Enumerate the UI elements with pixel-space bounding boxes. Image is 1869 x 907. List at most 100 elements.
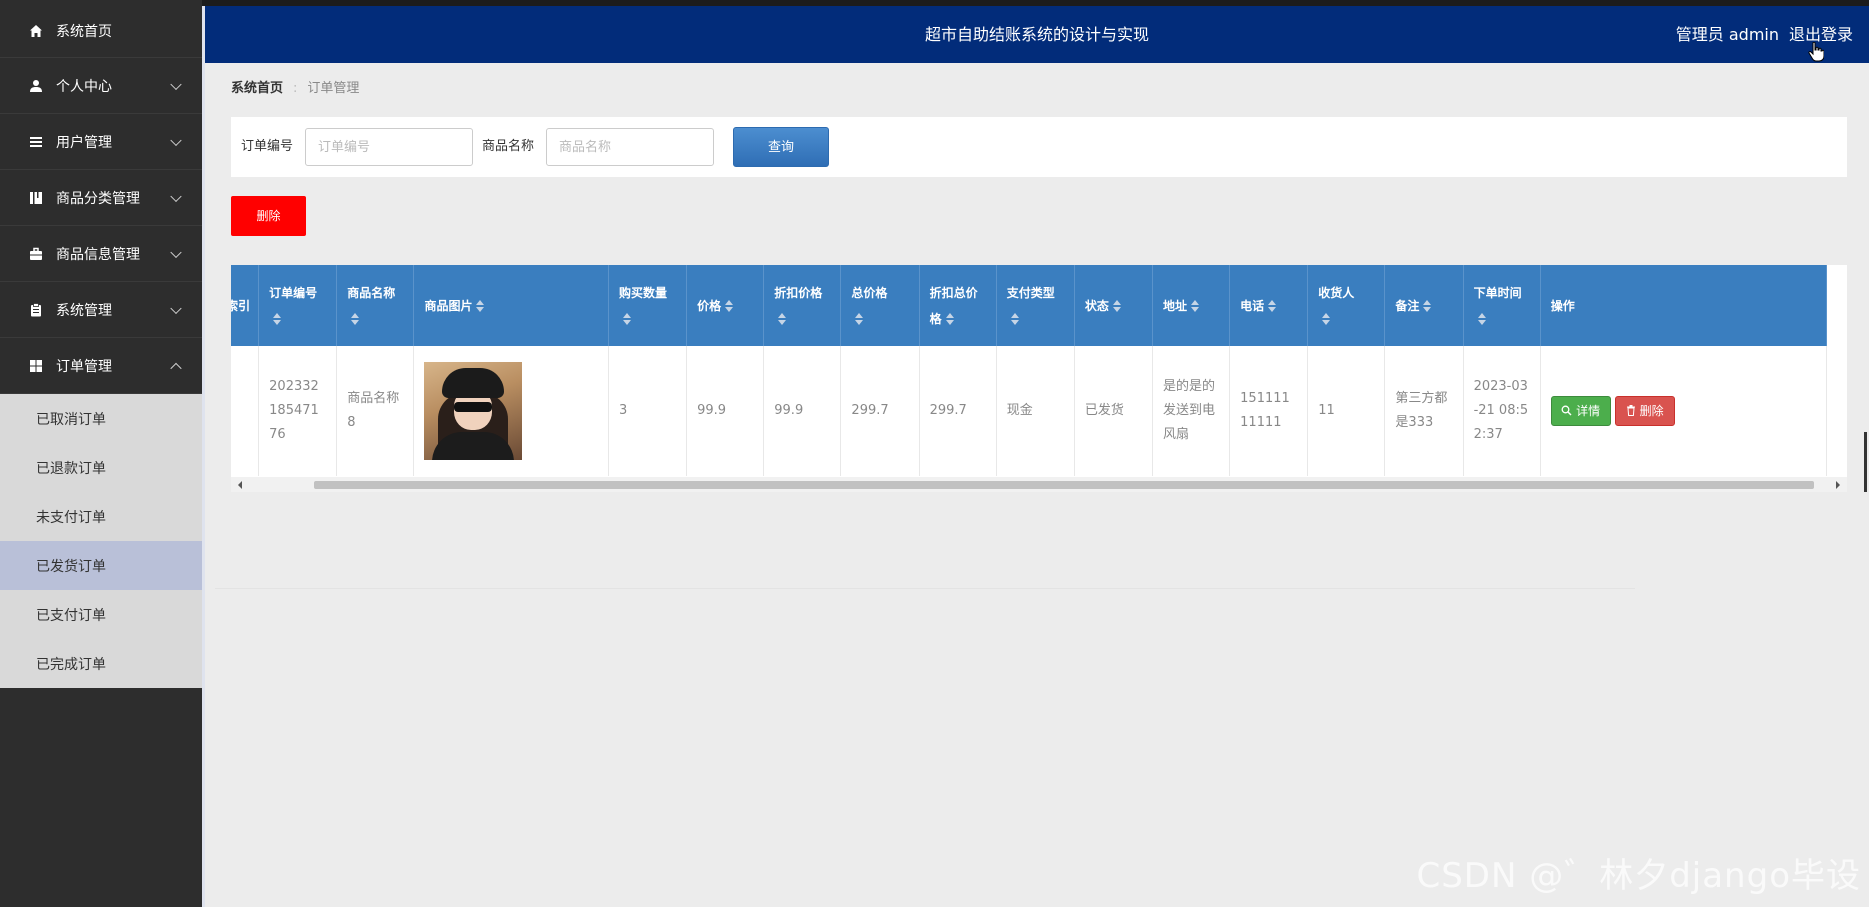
submenu-item-refunded[interactable]: 已退款订单 bbox=[0, 443, 202, 492]
book-icon bbox=[28, 190, 44, 206]
column-header-label: 下单时间 bbox=[1473, 285, 1522, 300]
column-header[interactable]: 索引 bbox=[231, 265, 260, 346]
column-header-label: 状态 bbox=[1084, 298, 1109, 313]
sidebar-item-system-management[interactable]: 系统管理 bbox=[0, 282, 202, 338]
column-header[interactable]: 支付类型 bbox=[996, 265, 1075, 346]
scroll-left-icon[interactable] bbox=[238, 481, 242, 489]
cell-product-image bbox=[413, 346, 609, 476]
detail-button-label: 详情 bbox=[1576, 404, 1601, 418]
sort-icon[interactable] bbox=[778, 313, 787, 325]
cell-remark: 第三方都是333 bbox=[1384, 346, 1464, 476]
sidebar-item-label: 订单管理 bbox=[56, 358, 112, 375]
breadcrumb-current: 订单管理 bbox=[307, 81, 360, 96]
sidebar-item-home[interactable]: 系统首页 bbox=[0, 0, 202, 58]
column-header-label: 订单编号 bbox=[269, 285, 318, 300]
column-header-label: 购买数量 bbox=[618, 285, 667, 300]
header: 超市自助结账系统的设计与实现 管理员 admin 退出登录 bbox=[205, 6, 1869, 63]
column-header-label: 总价格 bbox=[851, 285, 888, 300]
table-row: 20233218547176 商品名称8 3 99.9 99.9 299.7 2… bbox=[231, 346, 1828, 476]
sort-icon[interactable] bbox=[1477, 313, 1486, 325]
product-name-input[interactable] bbox=[546, 128, 714, 166]
product-name-label: 商品名称 bbox=[482, 139, 535, 154]
order-submenu: 已取消订单 已退款订单 未支付订单 已发货订单 已支付订单 已完成订单 bbox=[0, 394, 202, 688]
chevron-down-icon bbox=[170, 246, 182, 258]
sort-icon[interactable] bbox=[855, 313, 864, 325]
sidebar-item-category-management[interactable]: 商品分类管理 bbox=[0, 170, 202, 226]
sidebar-item-product-management[interactable]: 商品信息管理 bbox=[0, 226, 202, 282]
column-header[interactable]: 商品图片 bbox=[413, 265, 609, 346]
home-icon bbox=[28, 23, 44, 39]
sort-icon[interactable] bbox=[476, 300, 485, 312]
product-image bbox=[424, 362, 523, 460]
trash-icon bbox=[1626, 405, 1635, 416]
scroll-right-icon[interactable] bbox=[1836, 481, 1840, 489]
row-delete-button[interactable]: 删除 bbox=[1614, 396, 1675, 426]
breadcrumb: 系统首页: 订单管理 bbox=[231, 77, 359, 96]
column-header[interactable]: 订单编号 bbox=[258, 265, 338, 346]
column-header-label: 商品图片 bbox=[424, 298, 473, 313]
column-header[interactable]: 下单时间 bbox=[1463, 265, 1541, 346]
sort-icon[interactable] bbox=[351, 313, 360, 325]
sidebar-item-label: 个人中心 bbox=[56, 78, 112, 95]
user-icon bbox=[28, 78, 44, 94]
sort-icon[interactable] bbox=[1268, 300, 1277, 312]
query-button[interactable]: 查询 bbox=[733, 127, 829, 167]
horizontal-scrollbar[interactable] bbox=[231, 477, 1847, 492]
column-header[interactable]: 状态 bbox=[1074, 265, 1154, 346]
briefcase-icon bbox=[28, 246, 44, 262]
page-scroll-indicator bbox=[1864, 432, 1867, 492]
column-header[interactable]: 价格 bbox=[686, 265, 765, 346]
grid-icon bbox=[28, 358, 44, 374]
column-header[interactable]: 收货人 bbox=[1307, 265, 1386, 346]
sort-icon[interactable] bbox=[725, 300, 734, 312]
orders-table-container: 索引 订单编号 商品名称 商品图片 购买数量 价格 折扣价格 总价格 折扣总价格… bbox=[231, 265, 1847, 492]
submenu-item-cancelled[interactable]: 已取消订单 bbox=[0, 394, 202, 443]
submenu-item-paid[interactable]: 已支付订单 bbox=[0, 590, 202, 639]
detail-button[interactable]: 详情 bbox=[1550, 396, 1611, 426]
delete-button[interactable]: 删除 bbox=[231, 196, 306, 236]
column-header[interactable]: 折扣价格 bbox=[763, 265, 842, 346]
column-header[interactable]: 地址 bbox=[1152, 265, 1231, 346]
column-header[interactable]: 总价格 bbox=[840, 265, 920, 346]
order-no-input[interactable] bbox=[305, 128, 473, 166]
column-header-label: 索引 bbox=[231, 298, 251, 313]
breadcrumb-home[interactable]: 系统首页 bbox=[231, 81, 283, 96]
cell-discount-price: 99.9 bbox=[763, 346, 842, 476]
submenu-item-completed[interactable]: 已完成订单 bbox=[0, 639, 202, 688]
cell-phone: 15111111111 bbox=[1229, 346, 1309, 476]
scrollbar-thumb[interactable] bbox=[314, 481, 1814, 489]
sort-icon[interactable] bbox=[273, 313, 282, 325]
chevron-down-icon bbox=[170, 78, 182, 90]
watermark: CSDN @゛林夕django毕设 bbox=[1416, 856, 1861, 896]
sort-icon[interactable] bbox=[1112, 300, 1121, 312]
cell-order-no: 20233218547176 bbox=[258, 346, 338, 476]
column-header: 操作 bbox=[1540, 265, 1828, 346]
cell-product-name: 商品名称8 bbox=[336, 346, 415, 476]
cell-order-time: 2023-03-21 08:52:37 bbox=[1463, 346, 1541, 476]
sort-icon[interactable] bbox=[1423, 300, 1432, 312]
sort-icon[interactable] bbox=[622, 313, 631, 325]
cell-index bbox=[231, 346, 260, 476]
sort-icon[interactable] bbox=[1322, 313, 1331, 325]
search-panel: 订单编号 商品名称 查询 bbox=[231, 117, 1847, 177]
submenu-item-unpaid[interactable]: 未支付订单 bbox=[0, 492, 202, 541]
column-header[interactable]: 电话 bbox=[1229, 265, 1309, 346]
column-header[interactable]: 备注 bbox=[1384, 265, 1464, 346]
cell-actions: 详情 删除 bbox=[1540, 346, 1828, 476]
sort-icon[interactable] bbox=[1010, 313, 1019, 325]
sidebar-item-user-management[interactable]: 用户管理 bbox=[0, 114, 202, 170]
column-header[interactable]: 商品名称 bbox=[336, 265, 415, 346]
column-header[interactable]: 折扣总价格 bbox=[919, 265, 997, 346]
sort-icon[interactable] bbox=[945, 313, 954, 325]
orders-table: 索引 订单编号 商品名称 商品图片 购买数量 价格 折扣价格 总价格 折扣总价格… bbox=[231, 265, 1828, 476]
submenu-item-shipped[interactable]: 已发货订单 bbox=[0, 541, 202, 590]
sidebar-item-label: 用户管理 bbox=[56, 134, 112, 151]
sidebar-item-personal-center[interactable]: 个人中心 bbox=[0, 58, 202, 114]
sort-icon[interactable] bbox=[1191, 300, 1200, 312]
column-header-label: 收货人 bbox=[1318, 285, 1355, 300]
sidebar-item-label: 商品分类管理 bbox=[56, 190, 140, 207]
sidebar-item-order-management[interactable]: 订单管理 bbox=[0, 338, 202, 394]
column-header-label: 支付类型 bbox=[1006, 285, 1055, 300]
column-header[interactable]: 购买数量 bbox=[608, 265, 688, 346]
cell-receiver: 11 bbox=[1307, 346, 1386, 476]
